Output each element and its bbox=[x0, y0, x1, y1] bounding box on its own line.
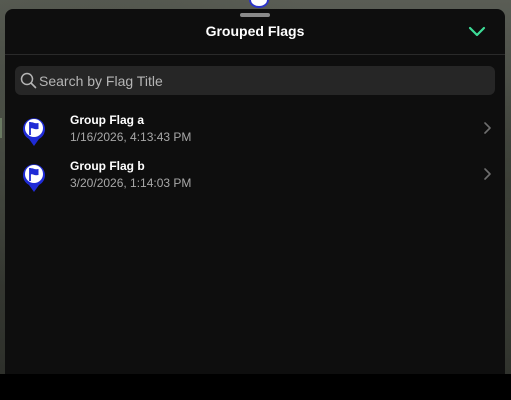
flag-pin-icon bbox=[23, 118, 46, 146]
search-icon bbox=[20, 72, 37, 89]
chevron-down-icon bbox=[468, 26, 486, 37]
chevron-right-icon bbox=[484, 122, 491, 134]
flag-list-item[interactable]: Group Flag b 3/20/2026, 1:14:03 PM bbox=[5, 151, 505, 197]
panel-header: Grouped Flags bbox=[5, 9, 505, 55]
flag-list-item[interactable]: Group Flag a 1/16/2026, 4:13:43 PM bbox=[5, 105, 505, 151]
flag-title: Group Flag b bbox=[70, 159, 145, 173]
flag-date: 1/16/2026, 4:13:43 PM bbox=[70, 130, 192, 144]
search-input[interactable] bbox=[39, 66, 489, 95]
chevron-right-icon bbox=[484, 168, 491, 180]
bottom-bar bbox=[0, 374, 511, 400]
panel-title: Grouped Flags bbox=[205, 23, 305, 39]
collapse-button[interactable] bbox=[467, 23, 487, 41]
grouped-flags-panel: Grouped Flags Group Flag a 1/16/2026, 4:… bbox=[5, 9, 505, 379]
flag-pin-icon bbox=[23, 164, 46, 192]
flag-list: Group Flag a 1/16/2026, 4:13:43 PM Group… bbox=[5, 105, 505, 197]
flag-date: 3/20/2026, 1:14:03 PM bbox=[70, 176, 192, 190]
flag-title: Group Flag a bbox=[70, 113, 145, 127]
search-field[interactable] bbox=[15, 66, 495, 95]
